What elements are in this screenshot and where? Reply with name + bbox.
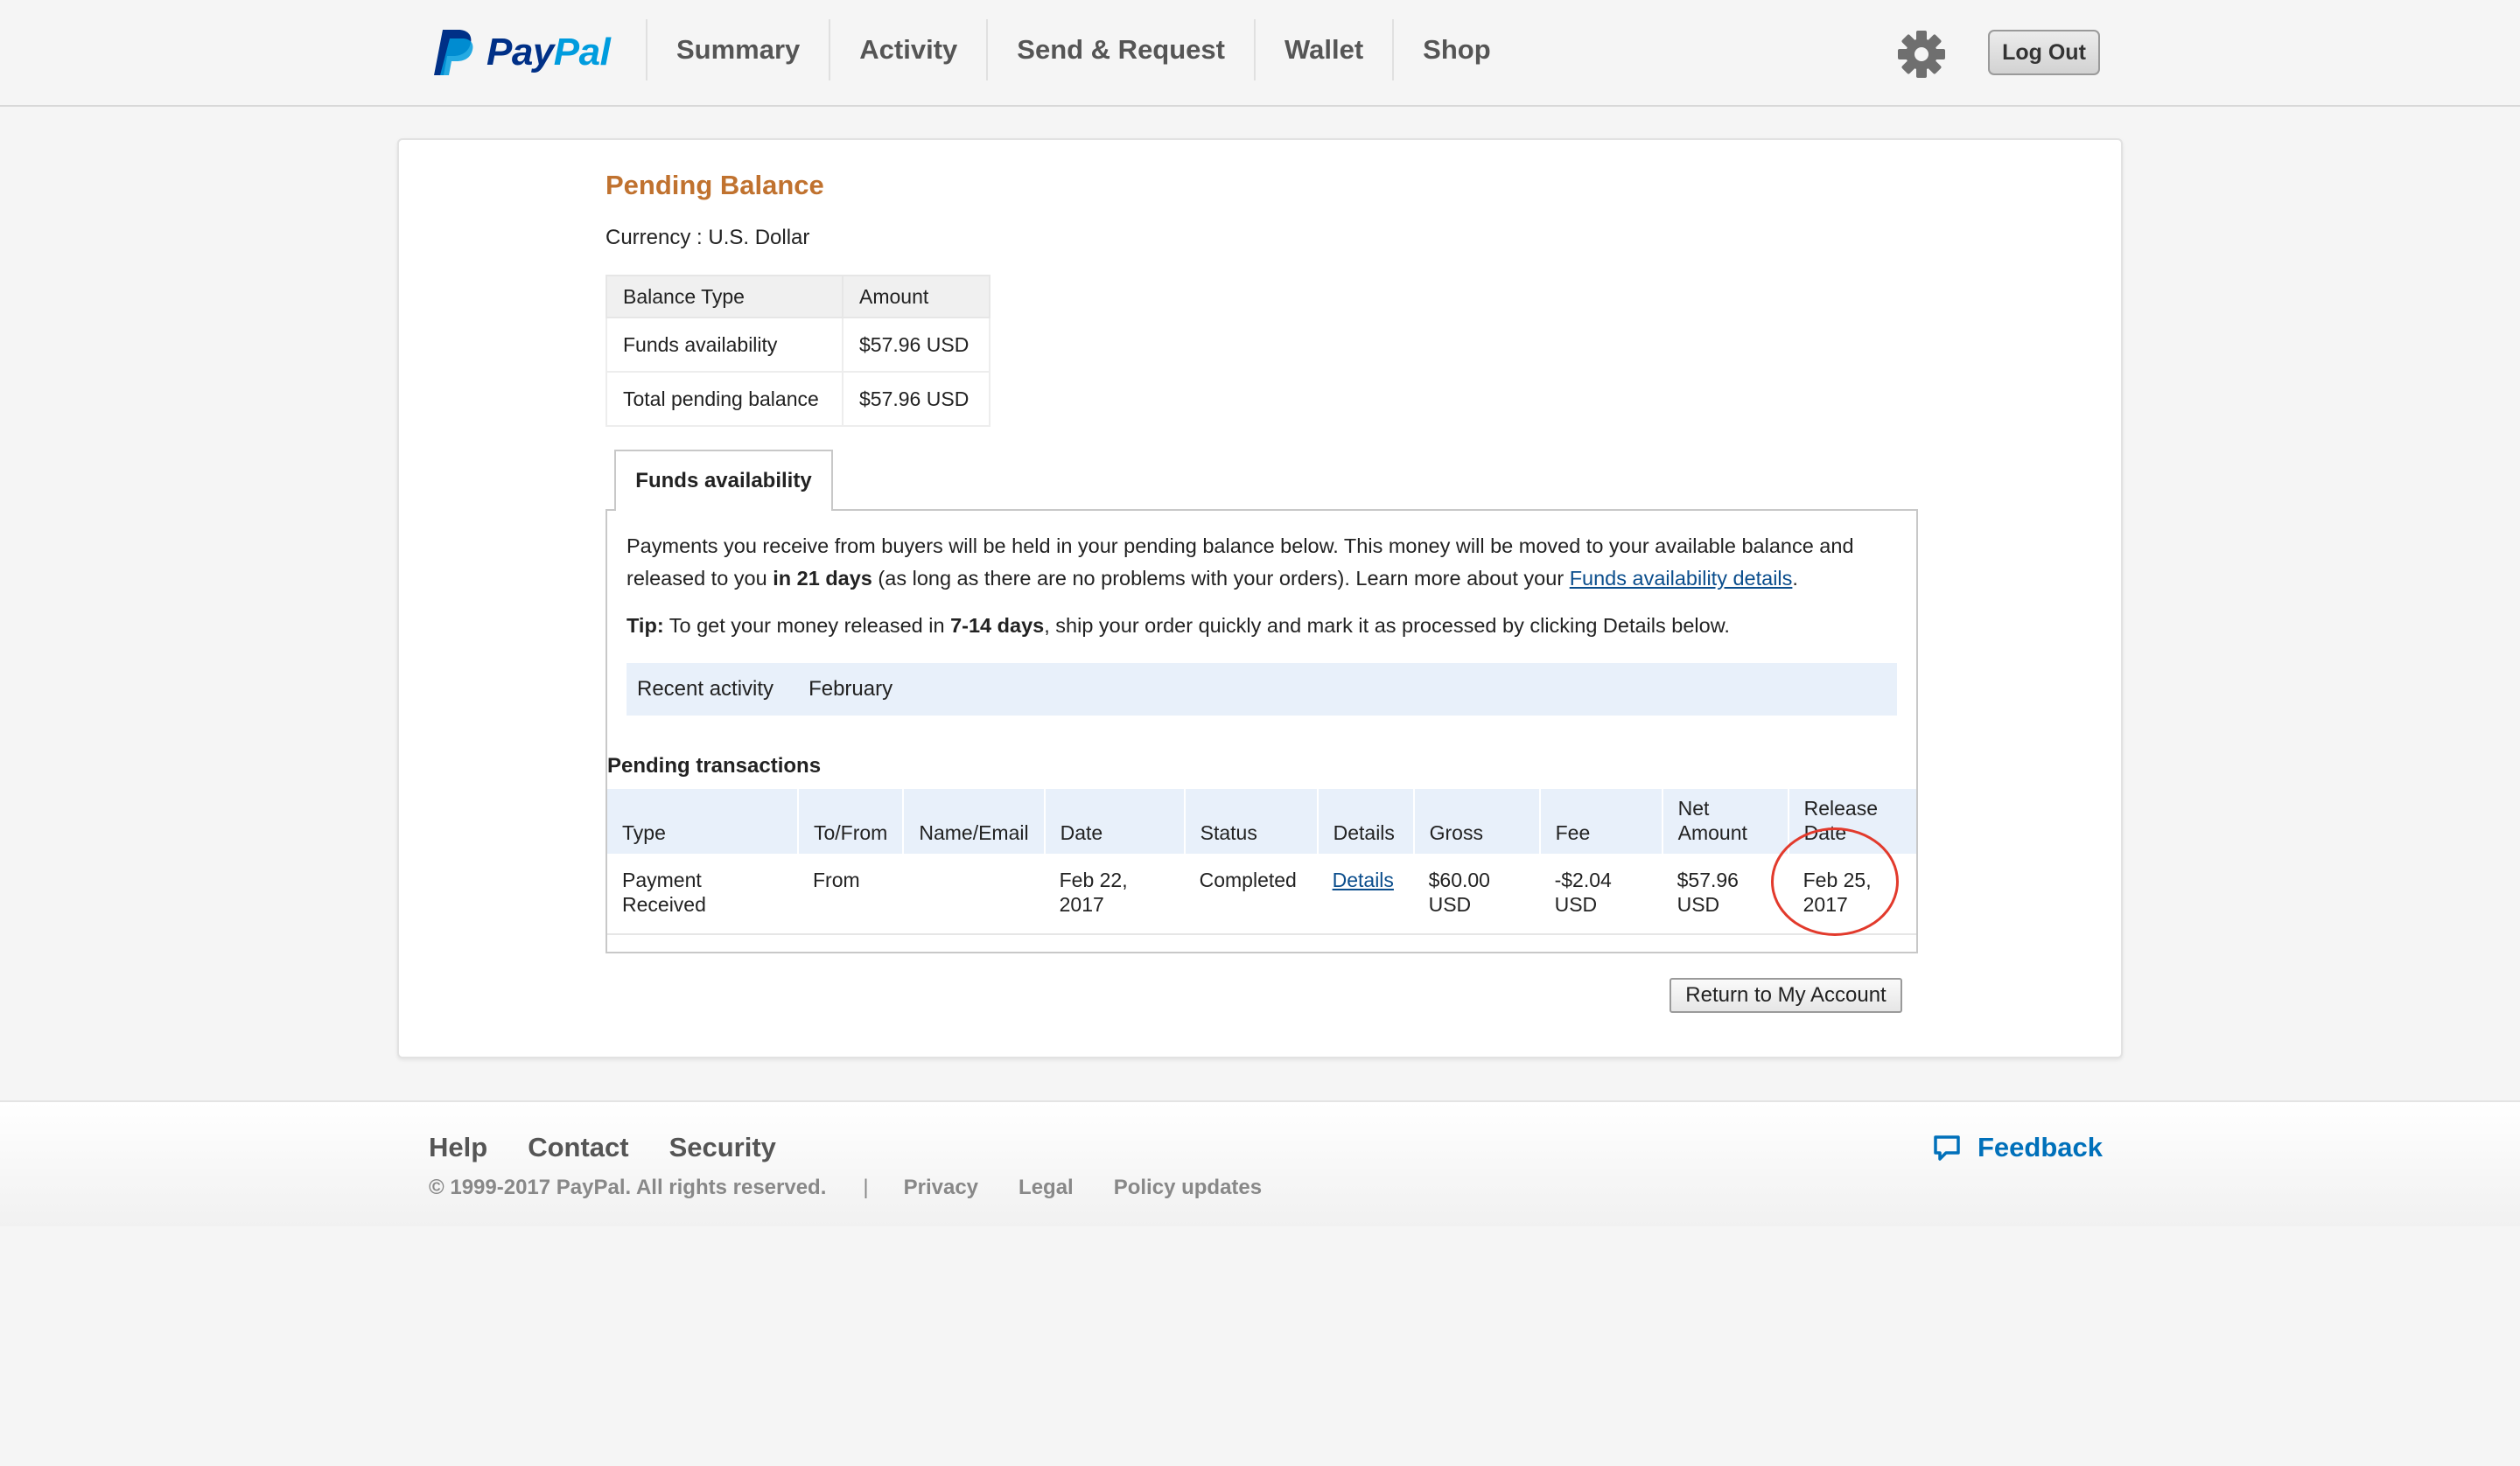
paypal-logo[interactable]: PayPal xyxy=(434,26,611,79)
tab-funds-availability[interactable]: Funds availability xyxy=(614,450,833,511)
footer-legal-link[interactable]: Legal xyxy=(1018,1176,1074,1200)
pending-transactions-title: Pending transactions xyxy=(607,754,822,778)
recent-activity-label: Recent activity xyxy=(637,677,774,701)
column-header: Status xyxy=(1183,789,1318,854)
column-header: Amount xyxy=(842,275,990,318)
tx-date-cell: Feb 22, 2017 xyxy=(1044,854,1185,935)
nav-send-request[interactable]: Send & Request xyxy=(986,19,1254,80)
currency-label: Currency : U.S. Dollar xyxy=(606,226,810,249)
main-nav: Summary Activity Send & Request Wallet S… xyxy=(646,19,1520,80)
paypal-p-icon xyxy=(434,30,473,75)
tip-text: To get your money released in xyxy=(663,614,951,637)
tx-to-from-cell: From xyxy=(798,854,904,935)
footer-policy-updates-link[interactable]: Policy updates xyxy=(1114,1176,1262,1200)
column-header: Type xyxy=(607,789,798,854)
funds-availability-panel: Payments you receive from buyers will be… xyxy=(606,509,1918,953)
tx-name-email-cell xyxy=(903,854,1045,935)
gear-icon[interactable] xyxy=(1897,30,1946,79)
logout-button[interactable]: Log Out xyxy=(1988,30,2100,75)
pending-transactions-table: Type To/From Name/Email Date Status Deta… xyxy=(607,789,1916,935)
footer-security-link[interactable]: Security xyxy=(669,1132,776,1163)
tx-status-cell: Completed xyxy=(1184,854,1318,935)
column-header: Gross xyxy=(1412,789,1540,854)
balance-table: Balance Type Amount Funds availability $… xyxy=(606,275,990,427)
tx-table-header: Type To/From Name/Email Date Status Deta… xyxy=(607,789,1916,854)
feedback-link[interactable]: Feedback xyxy=(1932,1132,2103,1163)
tx-details-link[interactable]: Details xyxy=(1333,869,1394,891)
footer-links: Help Contact Security xyxy=(429,1132,776,1163)
table-row: Payment Received From Feb 22, 2017 Compl… xyxy=(607,854,1916,935)
tx-net-cell: $57.96 USD xyxy=(1662,854,1788,935)
tx-gross-cell: $60.00 USD xyxy=(1413,854,1540,935)
column-header: Fee xyxy=(1538,789,1662,854)
column-header: Name/Email xyxy=(902,789,1045,854)
column-header: Details xyxy=(1316,789,1414,854)
footer-privacy-link[interactable]: Privacy xyxy=(904,1176,978,1200)
balance-table-header: Balance Type Amount xyxy=(606,275,990,318)
tip-text: , ship your order quickly and mark it as… xyxy=(1044,614,1730,637)
funds-availability-details-link[interactable]: Funds availability details xyxy=(1570,567,1793,590)
recent-activity-month[interactable]: February xyxy=(808,677,892,702)
table-row: Funds availability $57.96 USD xyxy=(606,317,990,373)
balance-type-cell: Funds availability xyxy=(606,317,844,373)
info-paragraph: Payments you receive from buyers will be… xyxy=(626,530,1904,595)
tx-details-cell: Details xyxy=(1317,854,1414,935)
column-header: Net Amount xyxy=(1661,789,1788,854)
tip-paragraph: Tip: To get your money released in 7-14 … xyxy=(626,611,1904,640)
paypal-wordmark: PayPal xyxy=(486,31,611,73)
column-header: Date xyxy=(1043,789,1185,854)
nav-summary[interactable]: Summary xyxy=(646,19,829,80)
chat-bubble-icon xyxy=(1934,1135,1960,1161)
column-header: Balance Type xyxy=(606,275,844,318)
feedback-label: Feedback xyxy=(1978,1132,2104,1162)
footer-legal: © 1999-2017 PayPal. All rights reserved.… xyxy=(429,1176,1302,1200)
tip-label: Tip: xyxy=(626,614,664,637)
balance-amount-cell: $57.96 USD xyxy=(842,317,990,373)
info-text: . xyxy=(1792,567,1798,590)
balance-amount-cell: $57.96 USD xyxy=(842,371,990,427)
nav-shop[interactable]: Shop xyxy=(1392,19,1520,80)
recent-activity-bar: Recent activity February xyxy=(626,663,1897,716)
nav-wallet[interactable]: Wallet xyxy=(1254,19,1392,80)
balance-type-cell: Total pending balance xyxy=(606,371,844,427)
release-date-highlight-circle xyxy=(1771,827,1899,936)
tx-fee-cell: -$2.04 USD xyxy=(1539,854,1662,935)
table-row: Total pending balance $57.96 USD xyxy=(606,371,990,427)
top-header: PayPal Summary Activity Send & Request W… xyxy=(0,0,2520,107)
tx-type-cell: Payment Received xyxy=(607,854,798,935)
footer-separator: | xyxy=(863,1176,869,1199)
nav-activity[interactable]: Activity xyxy=(829,19,986,80)
return-to-account-button[interactable]: Return to My Account xyxy=(1670,978,1902,1013)
copyright-text: © 1999-2017 PayPal. All rights reserved. xyxy=(429,1176,827,1199)
info-days: in 21 days xyxy=(773,567,872,590)
footer-contact-link[interactable]: Contact xyxy=(528,1132,628,1163)
page-footer: Help Contact Security © 1999-2017 PayPal… xyxy=(0,1100,2520,1226)
tip-days: 7-14 days xyxy=(950,614,1045,637)
footer-help-link[interactable]: Help xyxy=(429,1132,487,1163)
info-text: (as long as there are no problems with y… xyxy=(872,567,1570,590)
page-title: Pending Balance xyxy=(606,170,824,200)
column-header: To/From xyxy=(796,789,904,854)
